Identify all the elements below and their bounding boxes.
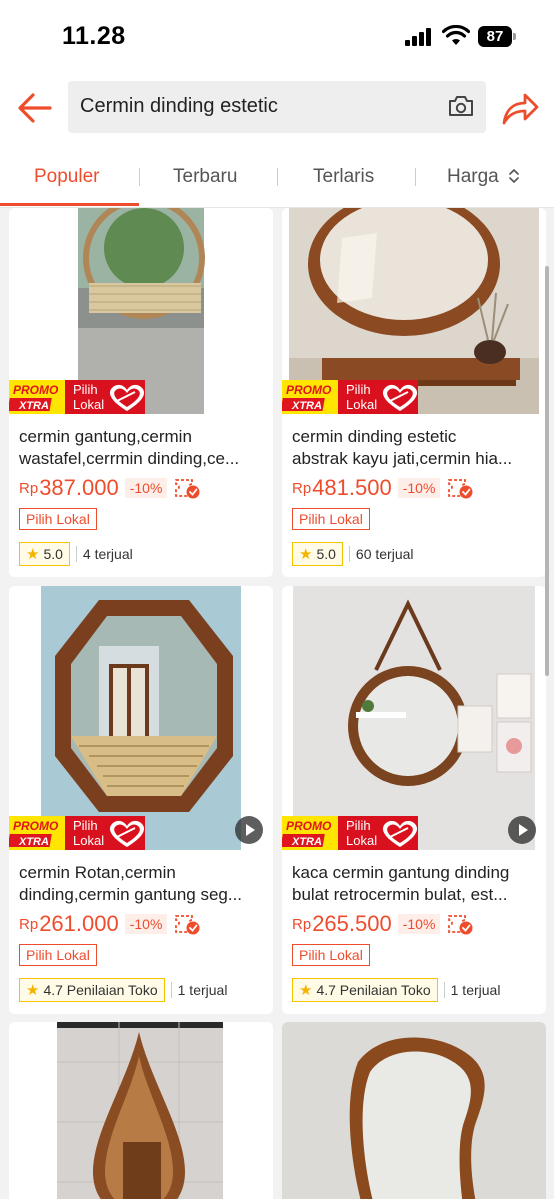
rating-value: 4.7 Penilaian Toko <box>316 982 431 998</box>
sold-count: 1 terjual <box>177 982 228 998</box>
product-card[interactable]: cermin dinding estetic abstrak kayu jati… <box>282 208 546 577</box>
search-query[interactable]: Cermin dinding estetic <box>80 95 278 118</box>
star-icon: ★ <box>26 546 40 563</box>
sold-count: 1 terjual <box>450 982 501 998</box>
price-row: Rp 481.500 -10% <box>292 475 474 501</box>
rating-row: ★ 4.7 Penilaian Toko 1 terjual <box>19 977 227 1003</box>
tab-harga-label: Harga <box>447 166 499 187</box>
product-image[interactable] <box>9 586 273 850</box>
promo-xtra-pilih-lokal-badge <box>9 816 145 850</box>
rating-value: 5.0 <box>316 546 336 562</box>
discount-badge: -10% <box>397 914 441 934</box>
sort-bar: Populer Terbaru Terlaris Harga <box>0 148 554 208</box>
tab-terlaris[interactable]: Terlaris <box>313 166 374 188</box>
promo-xtra-pilih-lokal-badge <box>282 380 418 414</box>
sold-count: 4 terjual <box>82 546 133 562</box>
price-row: Rp 387.000 -10% <box>19 475 201 501</box>
scrollbar[interactable] <box>545 266 549 676</box>
status-bar: 11.28 87 <box>0 0 554 72</box>
rating-value: 5.0 <box>43 546 63 562</box>
promo-xtra-pilih-lokal-badge <box>282 816 418 850</box>
signal-icon <box>405 28 433 46</box>
discount-badge: -10% <box>124 478 168 498</box>
sort-updown-icon <box>509 169 519 183</box>
back-arrow-icon[interactable] <box>16 89 54 127</box>
product-card[interactable] <box>282 1022 546 1199</box>
active-tab-indicator <box>0 203 139 206</box>
voucher-icon <box>446 913 474 935</box>
status-time: 11.28 <box>62 22 126 50</box>
discount-badge: -10% <box>124 914 168 934</box>
tab-divider <box>415 168 416 186</box>
star-icon: ★ <box>26 982 40 999</box>
product-title: cermin dinding estetic abstrak kayu jati… <box>292 427 513 468</box>
product-card[interactable]: kaca cermin gantung dinding bulat retroc… <box>282 586 546 1014</box>
price-currency: Rp <box>292 915 312 933</box>
rating-badge: ★ 5.0 <box>292 542 343 566</box>
price-row: Rp 265.500 -10% <box>292 911 474 937</box>
rating-badge: ★ 4.7 Penilaian Toko <box>19 978 165 1002</box>
product-card[interactable]: cermin Rotan,cermin dinding,cermin gantu… <box>9 586 273 1014</box>
pilih-lokal-tag: Pilih Lokal <box>19 944 97 966</box>
share-icon[interactable] <box>500 89 540 127</box>
tab-divider <box>277 168 278 186</box>
search-header: Cermin dinding estetic <box>0 72 554 148</box>
pilih-lokal-tag: Pilih Lokal <box>292 508 370 530</box>
sold-count: 60 terjual <box>355 546 414 562</box>
rating-row: ★ 5.0 4 terjual <box>19 541 133 567</box>
tab-harga[interactable]: Harga <box>447 166 520 188</box>
price-currency: Rp <box>19 915 39 933</box>
price-currency: Rp <box>292 479 312 497</box>
camera-icon[interactable] <box>448 94 474 118</box>
promo-xtra-pilih-lokal-badge <box>9 380 145 414</box>
price-currency: Rp <box>19 479 39 497</box>
product-card[interactable]: cermin gantung,cermin wastafel,cerrmin d… <box>9 208 273 577</box>
wifi-icon <box>442 25 470 45</box>
rating-row: ★ 5.0 60 terjual <box>292 541 414 567</box>
price-value: 265.500 <box>312 911 392 936</box>
price-value: 261.000 <box>39 911 119 936</box>
rating-badge: ★ 5.0 <box>19 542 70 566</box>
product-image[interactable] <box>9 1022 273 1199</box>
star-icon: ★ <box>299 982 313 999</box>
tab-divider <box>139 168 140 186</box>
product-image[interactable] <box>282 586 546 850</box>
rating-row: ★ 4.7 Penilaian Toko 1 terjual <box>292 977 500 1003</box>
price-row: Rp 261.000 -10% <box>19 911 201 937</box>
product-image[interactable] <box>282 1022 546 1199</box>
battery-icon: 87 <box>478 26 516 47</box>
voucher-icon <box>173 477 201 499</box>
price-value: 481.500 <box>312 475 392 500</box>
tab-populer[interactable]: Populer <box>34 166 100 188</box>
pilih-lokal-tag: Pilih Lokal <box>19 508 97 530</box>
tab-terbaru[interactable]: Terbaru <box>173 166 237 188</box>
product-title: cermin gantung,cermin wastafel,cerrmin d… <box>19 427 240 468</box>
search-input[interactable]: Cermin dinding estetic <box>68 81 486 133</box>
video-play-icon[interactable] <box>235 816 263 844</box>
rating-badge: ★ 4.7 Penilaian Toko <box>292 978 438 1002</box>
product-title: cermin Rotan,cermin dinding,cermin gantu… <box>19 863 243 904</box>
video-play-icon[interactable] <box>508 816 536 844</box>
star-icon: ★ <box>299 546 313 563</box>
rating-value: 4.7 Penilaian Toko <box>43 982 158 998</box>
discount-badge: -10% <box>397 478 441 498</box>
pilih-lokal-tag: Pilih Lokal <box>292 944 370 966</box>
price-value: 387.000 <box>39 475 119 500</box>
product-title: kaca cermin gantung dinding bulat retroc… <box>292 863 510 904</box>
voucher-icon <box>446 477 474 499</box>
product-card[interactable] <box>9 1022 273 1199</box>
battery-level: 87 <box>478 26 512 47</box>
voucher-icon <box>173 913 201 935</box>
